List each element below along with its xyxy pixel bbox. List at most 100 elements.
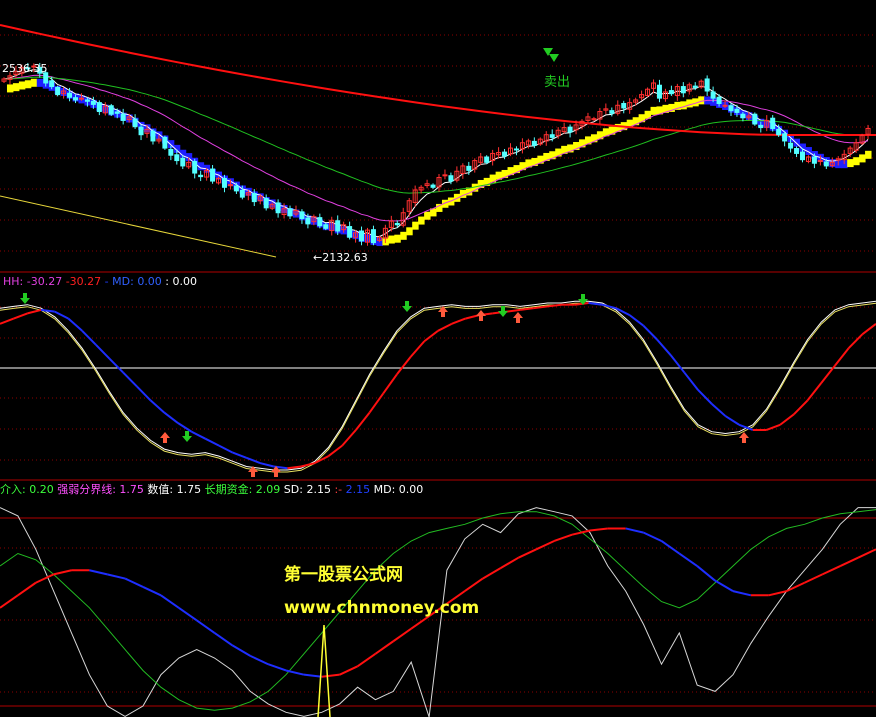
legend-item: SD: 2.15 xyxy=(280,483,331,496)
price-low-label: ←2132.63 xyxy=(313,251,368,264)
md-capital-segment xyxy=(249,654,269,666)
watermark-url: www.chnmoney.com xyxy=(284,598,479,618)
md-line-segment xyxy=(177,422,193,433)
oscillator-panel-lines xyxy=(0,300,876,473)
candle-body xyxy=(609,110,615,114)
candle-body xyxy=(704,78,710,92)
md-capital-segment xyxy=(35,573,55,584)
watermark-title: 第一股票公式网 xyxy=(284,564,403,585)
legend-item: 介入: 0.20 xyxy=(0,483,54,496)
candle-body xyxy=(549,134,555,138)
md-line-segment xyxy=(67,317,83,332)
md-capital-segment xyxy=(89,569,108,576)
band-step xyxy=(412,221,419,230)
md-capital-segment xyxy=(857,548,876,559)
candle-body xyxy=(513,148,519,151)
candle-body xyxy=(758,124,764,129)
candle-body xyxy=(811,156,817,164)
md-capital-segment xyxy=(786,581,805,593)
md-capital-segment xyxy=(696,565,716,582)
md-line-segment xyxy=(409,340,426,358)
candle-body xyxy=(466,165,472,171)
md-capital-segment xyxy=(589,527,608,532)
candle-body xyxy=(591,118,597,121)
md-line-segment xyxy=(724,415,740,426)
md-line-segment xyxy=(861,323,876,336)
md-line-segment xyxy=(204,437,220,447)
candle-body xyxy=(722,104,728,107)
md-capital-segment xyxy=(535,540,555,551)
band-step xyxy=(680,101,687,110)
md-line-segment xyxy=(136,385,152,402)
candle-body xyxy=(275,202,281,214)
candle-body xyxy=(114,111,120,114)
sell-arrow-icon xyxy=(498,306,508,317)
md-capital-segment xyxy=(678,552,698,567)
buy-arrow-icon xyxy=(476,310,486,321)
hh-line xyxy=(0,302,876,473)
band-step xyxy=(406,227,413,236)
candle-body xyxy=(335,220,341,232)
candle-body xyxy=(174,154,180,162)
candle-body xyxy=(782,133,788,142)
band-step xyxy=(847,159,854,168)
candle-body xyxy=(710,91,716,99)
md-capital-segment xyxy=(124,577,144,588)
band-step xyxy=(418,216,425,225)
sell-arrow-icon xyxy=(20,293,30,304)
md-line-segment xyxy=(163,411,179,424)
md-line-segment xyxy=(108,357,124,374)
md-capital-segment xyxy=(267,663,287,672)
legend-item: - xyxy=(101,275,108,288)
candle-body xyxy=(96,102,102,113)
band-step xyxy=(12,83,20,92)
candle-body xyxy=(305,217,311,225)
md-capital-segment xyxy=(53,569,72,576)
candle-body xyxy=(799,151,805,161)
candle-body xyxy=(299,211,305,220)
candle-body xyxy=(150,130,156,142)
candle-body xyxy=(442,174,448,177)
md-line-segment xyxy=(355,411,371,431)
md-capital-segment xyxy=(464,577,484,592)
candle-body xyxy=(49,80,55,88)
md-capital-segment xyxy=(160,594,180,609)
capital-legend: 介入: 0.20 强弱分界线: 1.75 数值: 1.75 长期资金: 2.09… xyxy=(0,482,423,496)
md-capital-segment xyxy=(821,565,841,576)
legend-item: -30.27 xyxy=(62,275,101,288)
candle-body xyxy=(73,97,79,101)
band-step xyxy=(394,234,401,243)
md-line-segment xyxy=(834,347,850,367)
legend-item: 2.15 xyxy=(342,483,370,496)
band-step xyxy=(18,81,26,90)
band-step xyxy=(698,96,705,105)
oscillator-panel-signal-arrows xyxy=(20,293,749,477)
buy-arrow-icon xyxy=(160,432,170,443)
candle-body xyxy=(692,85,698,88)
band-step xyxy=(859,154,866,163)
md-capital-segment xyxy=(518,548,537,559)
md-capital-segment xyxy=(178,607,198,622)
candle-body xyxy=(132,118,138,128)
candle-body xyxy=(347,226,353,238)
md-capital-segment xyxy=(392,627,412,643)
band-step xyxy=(24,80,32,89)
band-step xyxy=(686,99,693,108)
candle-body xyxy=(567,126,573,133)
trend-line xyxy=(0,195,277,258)
md-line-segment xyxy=(847,333,864,349)
md-line-segment xyxy=(642,324,658,341)
md-line-segment xyxy=(437,322,453,332)
candle-body xyxy=(531,140,537,146)
band-step xyxy=(6,84,14,93)
md-line-segment xyxy=(806,382,823,402)
candle-body xyxy=(90,100,96,105)
md-line-segment xyxy=(259,462,274,468)
legend-item: 长期资金: 2.09 xyxy=(201,482,280,496)
md-line-segment xyxy=(506,308,521,313)
candle-body xyxy=(221,177,227,188)
md-capital-segment xyxy=(643,531,662,542)
md-line-segment xyxy=(697,389,713,405)
md-capital-segment xyxy=(374,640,394,655)
candle-body xyxy=(138,126,144,136)
